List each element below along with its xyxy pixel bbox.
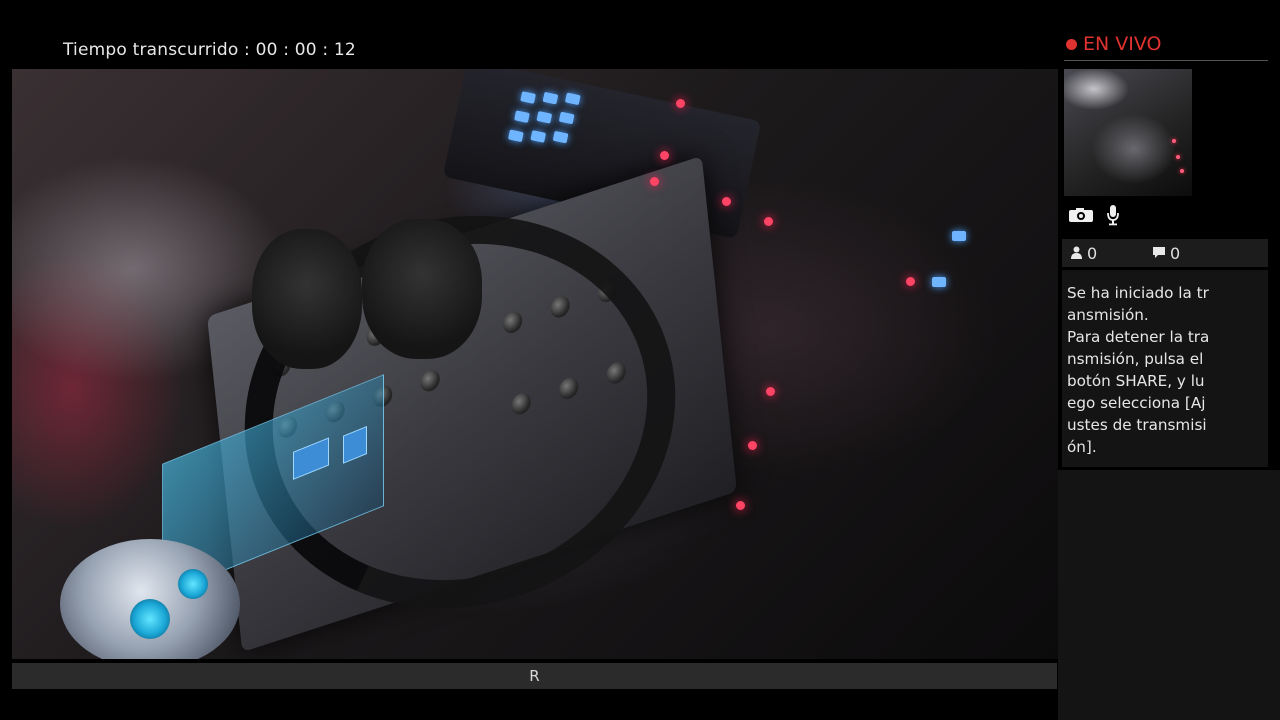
sidebar-lower-panel bbox=[1058, 470, 1280, 720]
viewers-stat: 0 bbox=[1070, 244, 1097, 263]
elapsed-time-value: 00 : 00 : 12 bbox=[255, 40, 356, 60]
headphone-cup bbox=[362, 219, 482, 359]
message-line: ón]. bbox=[1067, 438, 1097, 456]
message-line: ego selecciona [Aj bbox=[1067, 394, 1206, 412]
comments-count: 0 bbox=[1170, 243, 1181, 263]
robot-figure bbox=[60, 539, 240, 659]
viewers-icon bbox=[1070, 244, 1083, 263]
stream-device-icons bbox=[1068, 204, 1120, 230]
stream-stats-bar: 0 0 bbox=[1062, 239, 1268, 267]
divider bbox=[1064, 60, 1268, 61]
message-line: Para detener la tra bbox=[1067, 328, 1210, 346]
headphone-cup bbox=[252, 229, 362, 369]
live-indicator: EN VIVO bbox=[1066, 33, 1161, 55]
live-dot-icon bbox=[1066, 38, 1077, 50]
live-label: EN VIVO bbox=[1083, 33, 1162, 55]
elapsed-time-label: Tiempo transcurrido : bbox=[63, 40, 250, 60]
broadcast-message: Se ha iniciado la tr ansmisión. Para det… bbox=[1062, 270, 1268, 467]
camera-preview-thumbnail bbox=[1064, 69, 1192, 196]
viewers-count: 0 bbox=[1087, 243, 1098, 263]
microphone-icon[interactable] bbox=[1106, 204, 1120, 230]
message-line: ustes de transmisi bbox=[1067, 416, 1207, 434]
broadcast-video bbox=[12, 69, 1058, 659]
message-line: Se ha iniciado la tr bbox=[1067, 284, 1209, 302]
camera-icon[interactable] bbox=[1068, 207, 1094, 227]
caption-bar: R bbox=[12, 663, 1057, 689]
elapsed-time: Tiempo transcurrido : 00 : 00 : 12 bbox=[63, 40, 356, 60]
message-line: ansmisión. bbox=[1067, 306, 1149, 324]
caption-text: R bbox=[529, 667, 540, 685]
comments-icon bbox=[1152, 244, 1166, 263]
message-line: botón SHARE, y lu bbox=[1067, 372, 1205, 390]
message-line: nsmisión, pulsa el bbox=[1067, 350, 1204, 368]
comments-stat: 0 bbox=[1152, 244, 1180, 263]
